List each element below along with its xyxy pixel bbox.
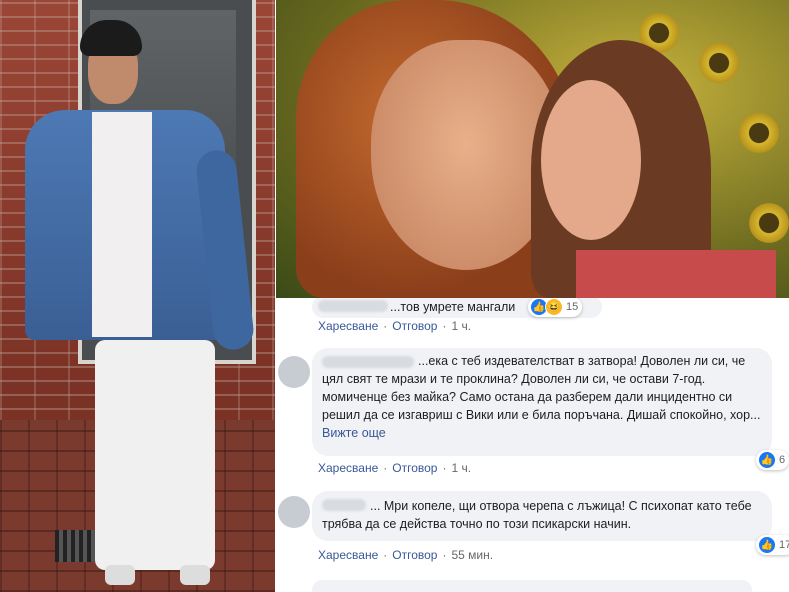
avatar[interactable] xyxy=(278,356,310,388)
reaction-summary[interactable]: 👍 😆 15 xyxy=(528,298,583,317)
comment-bubble: ...ека с теб издевателстват в затвора! Д… xyxy=(312,348,772,456)
reply-button[interactable]: Отговор xyxy=(392,548,437,562)
mother-daughter-photo xyxy=(276,0,789,298)
comment-time: 55 мин. xyxy=(451,548,494,562)
reply-button[interactable]: Отговор xyxy=(392,461,437,475)
reaction-summary[interactable]: 👍 6 xyxy=(756,450,789,470)
like-button[interactable]: Харесване xyxy=(318,548,378,562)
comment-actions: Харесване · Отговор · 1 ч. xyxy=(318,461,472,475)
comment-time: 1 ч. xyxy=(451,461,472,475)
man-photo xyxy=(0,0,275,592)
like-icon: 👍 xyxy=(758,451,776,469)
comment-actions: Харесване · Отговор · 55 мин. xyxy=(318,548,494,562)
see-more-link[interactable]: Вижте още xyxy=(322,426,386,440)
comment-bubble: ... Мри копеле, щи отвора черепа с лъжиц… xyxy=(312,491,772,541)
like-icon: 👍 xyxy=(758,536,776,554)
reaction-count: 15 xyxy=(566,301,579,313)
like-button[interactable]: Харесване xyxy=(318,461,378,475)
reaction-summary[interactable]: 👍 17 xyxy=(756,535,789,555)
comments-section: ...тов умрете мангали 👍 😆 15 Харесване · … xyxy=(276,298,789,592)
comment-time: 1 ч. xyxy=(451,319,472,333)
like-button[interactable]: Харесване xyxy=(318,319,378,333)
reply-button[interactable]: Отговор xyxy=(392,319,437,333)
avatar[interactable] xyxy=(278,496,310,528)
comment-text: ...тов умрете мангали xyxy=(390,300,516,314)
reaction-count: 6 xyxy=(779,454,786,466)
comment-bubble xyxy=(312,580,752,592)
comment-actions: Харесване · Отговор · 1 ч. xyxy=(318,319,472,333)
comment-text: ...ека с теб издевателстват в затвора! Д… xyxy=(322,354,761,440)
comment-text: ... Мри копеле, щи отвора черепа с лъжиц… xyxy=(322,499,752,531)
haha-icon: 😆 xyxy=(545,298,563,316)
reaction-count: 17 xyxy=(779,539,789,551)
